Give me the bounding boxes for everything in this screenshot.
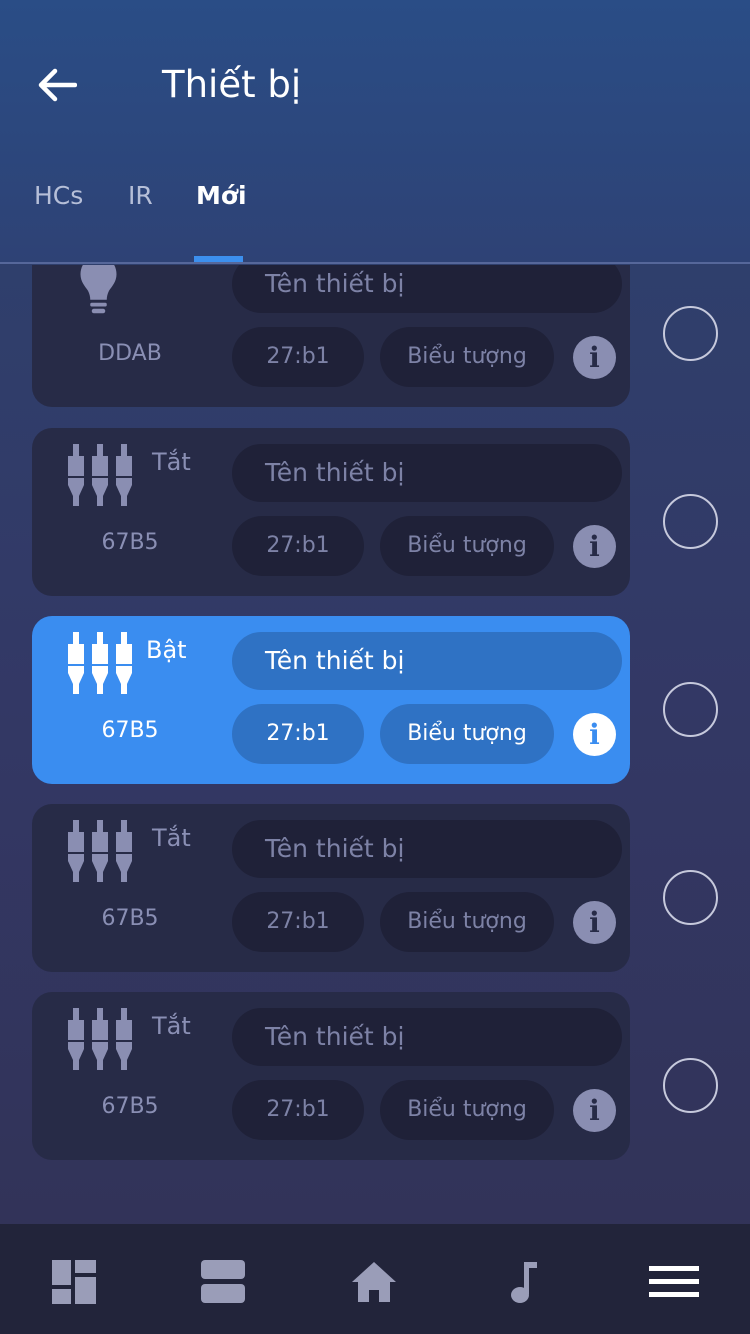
nav-home[interactable] bbox=[344, 1252, 404, 1312]
device-list[interactable]: Tắt DDAB Tên thiết bị 27:b1 Biểu tượng i… bbox=[0, 265, 750, 1223]
socket-icon bbox=[68, 820, 132, 882]
choose-icon-button[interactable]: Biểu tượng bbox=[380, 516, 554, 576]
nav-menu[interactable] bbox=[644, 1252, 704, 1312]
device-name-input[interactable]: Tên thiết bị bbox=[232, 632, 622, 690]
choose-icon-button[interactable]: Biểu tượng bbox=[380, 1080, 554, 1140]
device-address-field[interactable]: 27:b1 bbox=[232, 516, 364, 576]
device-code-label: 67B5 bbox=[101, 530, 159, 555]
device-code-label: 67B5 bbox=[101, 718, 159, 743]
rooms-icon bbox=[201, 1260, 245, 1303]
choose-icon-button[interactable]: Biểu tượng bbox=[380, 704, 554, 764]
device-card[interactable]: Tắt 67B5 Tên thiết bị 27:b1 Biểu tượng i bbox=[32, 992, 630, 1160]
device-address-field[interactable]: 27:b1 bbox=[232, 704, 364, 764]
home-icon bbox=[352, 1262, 396, 1302]
tab-new[interactable]: Mới bbox=[196, 178, 247, 214]
select-radio[interactable] bbox=[663, 1058, 718, 1113]
device-card[interactable]: Tắt 67B5 Tên thiết bị 27:b1 Biểu tượng i bbox=[32, 804, 630, 972]
device-code-label: DDAB bbox=[98, 341, 162, 366]
device-name-input[interactable]: Tên thiết bị bbox=[232, 444, 622, 502]
tab-ir[interactable]: IR bbox=[128, 178, 153, 214]
socket-icon bbox=[68, 1008, 132, 1070]
device-card[interactable]: Tắt DDAB Tên thiết bị 27:b1 Biểu tượng i bbox=[32, 265, 630, 407]
info-icon[interactable]: i bbox=[573, 1089, 616, 1132]
page-title: Thiết bị bbox=[162, 63, 302, 106]
device-code-label: 67B5 bbox=[101, 1094, 159, 1119]
socket-icon bbox=[68, 444, 132, 506]
device-address-field[interactable]: 27:b1 bbox=[232, 327, 364, 387]
select-radio[interactable] bbox=[663, 494, 718, 549]
device-card[interactable]: Tắt 67B5 Tên thiết bị 27:b1 Biểu tượng i bbox=[32, 428, 630, 596]
select-radio[interactable] bbox=[663, 306, 718, 361]
device-name-input[interactable]: Tên thiết bị bbox=[232, 1008, 622, 1066]
choose-icon-button[interactable]: Biểu tượng bbox=[380, 892, 554, 952]
bulb-icon bbox=[80, 265, 117, 314]
nav-dashboard[interactable] bbox=[44, 1252, 104, 1312]
active-tab-indicator bbox=[194, 256, 243, 262]
info-icon[interactable]: i bbox=[573, 901, 616, 944]
device-state-label: Tắt bbox=[152, 824, 191, 852]
device-card-active[interactable]: Bật 67B5 Tên thiết bị 27:b1 Biểu tượng i bbox=[32, 616, 630, 784]
bottom-nav bbox=[0, 1224, 750, 1334]
device-name-input[interactable]: Tên thiết bị bbox=[232, 820, 622, 878]
device-address-field[interactable]: 27:b1 bbox=[232, 892, 364, 952]
dashboard-icon bbox=[52, 1260, 96, 1304]
back-button[interactable] bbox=[34, 62, 80, 108]
device-state-label: Tắt bbox=[152, 448, 191, 476]
device-code-label: 67B5 bbox=[101, 906, 159, 931]
tab-hcs[interactable]: HCs bbox=[34, 178, 83, 214]
info-icon[interactable]: i bbox=[573, 525, 616, 568]
menu-icon bbox=[649, 1266, 699, 1297]
select-radio[interactable] bbox=[663, 870, 718, 925]
device-state-label: Bật bbox=[146, 636, 187, 664]
device-state-label: Tắt bbox=[152, 1012, 191, 1040]
arrow-left-icon bbox=[38, 68, 77, 102]
info-icon[interactable]: i bbox=[573, 713, 616, 756]
socket-icon bbox=[68, 632, 132, 694]
nav-rooms[interactable] bbox=[193, 1252, 253, 1312]
music-icon bbox=[511, 1262, 537, 1303]
nav-music[interactable] bbox=[494, 1252, 554, 1312]
select-radio[interactable] bbox=[663, 682, 718, 737]
device-name-input[interactable]: Tên thiết bị bbox=[232, 265, 622, 313]
tab-bar: HCs IR Mới bbox=[0, 172, 750, 262]
info-icon[interactable]: i bbox=[573, 336, 616, 379]
device-address-field[interactable]: 27:b1 bbox=[232, 1080, 364, 1140]
choose-icon-button[interactable]: Biểu tượng bbox=[380, 327, 554, 387]
app-header: Thiết bị HCs IR Mới bbox=[0, 0, 750, 264]
